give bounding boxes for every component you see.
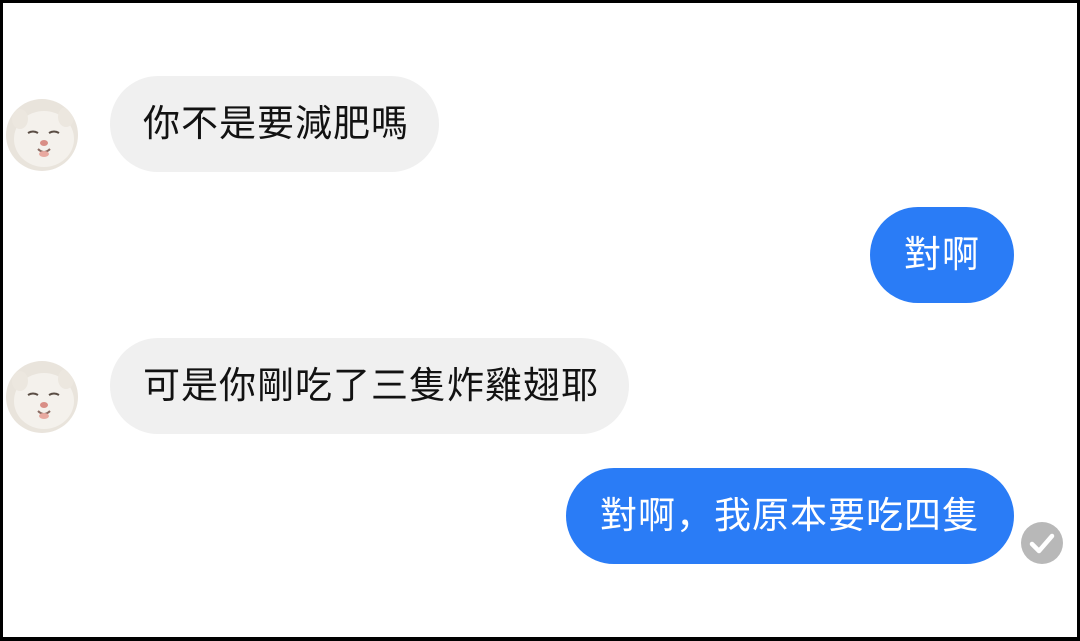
outgoing-message-bubble[interactable]: 對啊，我原本要吃四隻	[566, 468, 1014, 564]
incoming-message-bubble[interactable]: 你不是要減肥嗎	[110, 76, 439, 172]
contact-avatar-cat-icon[interactable]	[6, 361, 78, 433]
incoming-message-bubble[interactable]: 可是你剛吃了三隻炸雞翅耶	[110, 338, 629, 434]
chat-screenshot: 你不是要減肥嗎 對啊 可是你剛吃了三隻炸雞翅耶 對啊，我原本要吃四隻	[3, 3, 1077, 637]
check-circle-icon	[1020, 521, 1064, 565]
contact-avatar-cat-icon[interactable]	[6, 99, 78, 171]
outgoing-message-bubble[interactable]: 對啊	[870, 207, 1014, 303]
